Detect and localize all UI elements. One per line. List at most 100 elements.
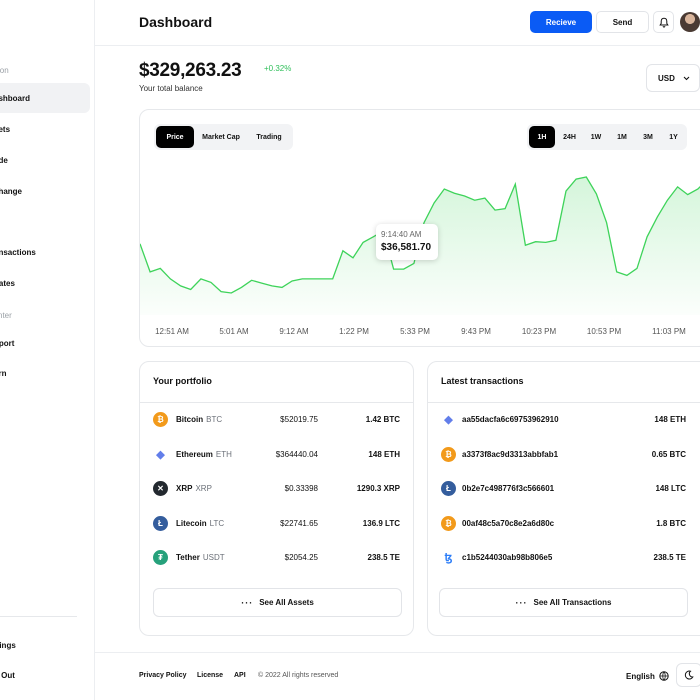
asset-name: XRP XRP: [176, 483, 212, 493]
theme-toggle-button[interactable]: [676, 663, 700, 687]
x-tick-label: 10:53 PM: [586, 327, 622, 336]
sidebar-item-support[interactable]: pport: [0, 328, 90, 358]
portfolio-title: Your portfolio: [153, 376, 212, 386]
x-tick-label: 12:51 AM: [155, 327, 189, 336]
transaction-row[interactable]: Ł 0b2e7c498776f3c566601 148 LTC: [428, 478, 700, 498]
asset-price: $2054.25: [284, 552, 318, 562]
tab-24h[interactable]: 24H: [557, 126, 582, 148]
bitcoin-icon: ₿: [441, 515, 456, 531]
card-divider: [428, 402, 700, 403]
asset-symbol: BTC: [206, 414, 223, 424]
litecoin-icon: Ł: [153, 515, 168, 531]
asset-price: $52019.75: [280, 414, 318, 424]
transaction-row[interactable]: ₿ a3373f8ac9d3313abbfab1 0.65 BTC: [428, 444, 700, 464]
language-select[interactable]: English: [626, 671, 669, 681]
tezos-icon: ꜩ: [444, 551, 453, 564]
transaction-amount: 0.65 BTC: [651, 449, 686, 459]
currency-value: USD: [658, 73, 675, 83]
sidebar-item-label: g Out: [0, 670, 15, 680]
tab-1w[interactable]: 1W: [584, 126, 608, 148]
portfolio-card: Your portfolio ₿ Bitcoin BTC $52019.75 1.42 …: [139, 361, 414, 636]
asset-price: $22741.65: [280, 518, 318, 528]
see-all-transactions-button[interactable]: ··· See All Transactions: [439, 588, 688, 617]
sidebar-section-label: nter: [0, 311, 12, 320]
tab-price[interactable]: Price: [156, 126, 194, 148]
portfolio-row[interactable]: ₮ Tether USDT $2054.25 238.5 TE: [140, 547, 413, 567]
transaction-row[interactable]: ₿ 00af48c5a70c8e2a6d80c 1.8 BTC: [428, 513, 700, 533]
see-all-label: See All Transactions: [533, 598, 612, 607]
x-tick-label: 5:01 AM: [219, 327, 249, 336]
asset-symbol: LTC: [209, 518, 225, 528]
sidebar-item-assets[interactable]: sets: [0, 114, 90, 144]
sidebar-item-dashboard[interactable]: ashboard: [0, 83, 90, 113]
notifications-button[interactable]: [653, 11, 674, 33]
balance-change: +0.32%: [264, 64, 292, 73]
api-link[interactable]: API: [234, 672, 246, 679]
portfolio-row[interactable]: ✕ XRP XRP $0.33398 1290.3 XRP: [140, 478, 413, 498]
portfolio-row[interactable]: ₿ Bitcoin BTC $52019.75 1.42 BTC: [140, 409, 413, 429]
x-tick-label: 10:23 PM: [521, 327, 557, 336]
sidebar-item-exchange[interactable]: change: [0, 176, 90, 206]
transaction-amount: 1.8 BTC: [656, 518, 686, 528]
page-title: Dashboard: [139, 14, 213, 30]
sidebar-item-label: arn: [0, 368, 7, 378]
balance-label: Your total balance: [139, 84, 203, 93]
asset-price: $0.33398: [284, 483, 318, 493]
asset-name: Litecoin LTC: [176, 518, 225, 528]
currency-select[interactable]: USD: [646, 64, 700, 92]
sidebar-item-trade[interactable]: ade: [0, 145, 90, 175]
chart-range-tabs: 1H 24H 1W 1M 3M 1Y: [527, 124, 687, 150]
sidebar-item-label: ansactions: [0, 247, 36, 257]
more-icon: ···: [515, 597, 528, 608]
avatar[interactable]: [680, 12, 700, 32]
privacy-policy-link[interactable]: Privacy Policy: [139, 672, 186, 679]
sidebar-item-buy[interactable]: y: [0, 207, 90, 237]
tab-1y[interactable]: 1Y: [662, 126, 685, 148]
asset-symbol: ETH: [215, 449, 232, 459]
ethereum-icon: ◆: [444, 413, 453, 426]
tooltip-value: $36,581.70: [381, 242, 432, 253]
tooltip-time: 9:14:40 AM: [381, 230, 422, 239]
sidebar-item-learn[interactable]: arn: [0, 358, 90, 388]
transaction-hash: aa55dacfa6c69753962910: [462, 414, 559, 424]
tab-1m[interactable]: 1M: [610, 126, 634, 148]
receive-button[interactable]: Recieve: [530, 11, 592, 33]
tab-3m[interactable]: 3M: [636, 126, 660, 148]
portfolio-row[interactable]: ◆ Ethereum ETH $364440.04 148 ETH: [140, 444, 413, 464]
sidebar-item-updates[interactable]: dates: [0, 268, 90, 298]
transaction-row[interactable]: ◆ aa55dacfa6c69753962910 148 ETH: [428, 409, 700, 429]
transaction-hash: 00af48c5a70c8e2a6d80c: [462, 518, 555, 528]
send-button[interactable]: Send: [596, 11, 649, 33]
asset-name: Bitcoin BTC: [176, 414, 223, 424]
sidebar-item-label: change: [0, 186, 23, 196]
see-all-assets-button[interactable]: ··· See All Assets: [153, 588, 402, 617]
transaction-hash: c1b5244030ab98b806e5: [462, 552, 553, 562]
tab-trading[interactable]: Trading: [248, 126, 290, 148]
x-tick-label: 9:43 PM: [461, 327, 491, 336]
sidebar-item-label: ade: [0, 155, 8, 165]
asset-name: Tether USDT: [176, 552, 225, 562]
asset-name: Ethereum ETH: [176, 449, 232, 459]
portfolio-row[interactable]: Ł Litecoin LTC $22741.65 136.9 LTC: [140, 513, 413, 533]
xrp-icon: ✕: [153, 480, 168, 496]
sidebar-item-label: sets: [0, 124, 11, 134]
sidebar-item-transactions[interactable]: ansactions: [0, 237, 90, 267]
header-divider: [95, 45, 700, 46]
ethereum-icon: ◆: [156, 448, 165, 461]
license-link[interactable]: License: [197, 672, 223, 679]
asset-amount: 1290.3 XRP: [356, 483, 400, 493]
litecoin-icon: Ł: [441, 480, 456, 496]
sidebar-item-label: dates: [0, 278, 15, 288]
x-tick-label: 11:03 PM: [652, 327, 686, 336]
bitcoin-icon: ₿: [153, 411, 168, 427]
tab-market-cap[interactable]: Market Cap: [196, 126, 246, 148]
asset-amount: 238.5 TE: [367, 552, 400, 562]
moon-icon: [684, 670, 694, 680]
sidebar-item-settings[interactable]: ttings: [0, 630, 90, 660]
price-chart-card: Price Market Cap Trading 1H 24H 1W 1M 3M…: [139, 109, 700, 347]
sidebar-item-logout[interactable]: g Out: [0, 660, 90, 690]
tab-1h[interactable]: 1H: [529, 126, 555, 148]
asset-amount: 1.42 BTC: [365, 414, 400, 424]
asset-price: $364440.04: [275, 449, 318, 459]
transaction-row[interactable]: ꜩ c1b5244030ab98b806e5 238.5 TE: [428, 547, 700, 567]
